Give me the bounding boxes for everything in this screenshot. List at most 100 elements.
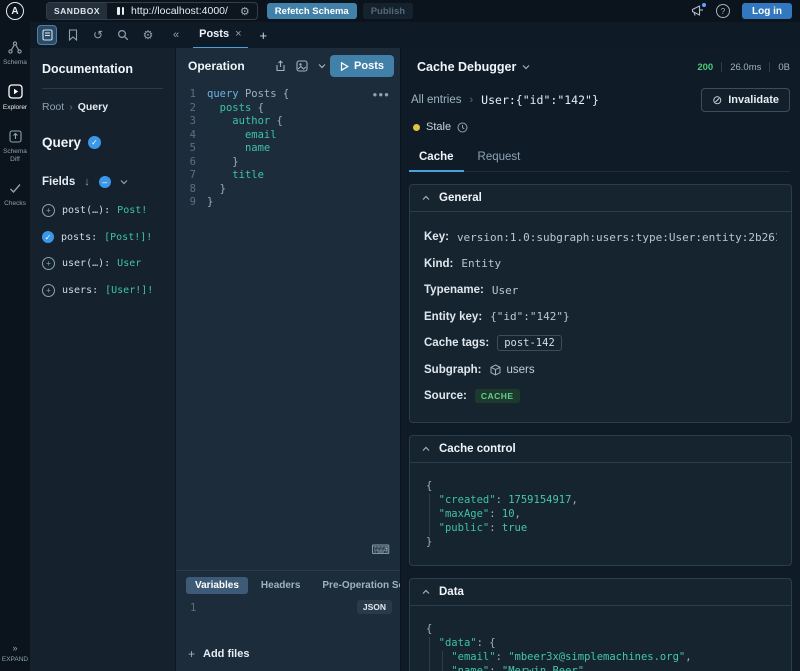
all-entries-link[interactable]: All entries [411,94,462,106]
rail-item-label: Schema Diff [0,148,30,163]
type-heading: Query ✓ [42,135,175,150]
field-add-icon[interactable]: + [42,284,55,297]
subgraph-link[interactable]: users [490,364,535,376]
cache-tab-request[interactable]: Request [468,147,531,172]
line-number: 4 [176,129,196,143]
response-view-selector[interactable]: Cache Debugger [417,60,530,74]
expand-rail-button[interactable]: » EXPAND [2,643,28,663]
chevron-down-icon[interactable] [120,179,128,185]
line-number: 3 [176,115,196,129]
tab-posts[interactable]: Posts × [193,21,247,49]
cache-tag-chip[interactable]: post-142 [497,335,562,351]
general-row: Kind: Entity [424,251,777,278]
pause-polling-icon[interactable] [117,7,124,15]
general-row-value: Entity [461,257,501,270]
field-add-icon[interactable]: + [42,204,55,217]
query-editor[interactable]: 1query Posts {2 posts {3 author {4 email… [176,84,400,570]
field-type[interactable]: Post! [117,205,147,216]
close-tab-icon[interactable]: × [235,28,241,40]
invalidate-button[interactable]: ⊘ Invalidate [701,88,790,112]
bottom-tab-variables[interactable]: Variables [186,577,248,594]
breadcrumb-root[interactable]: Root [42,101,64,113]
json-line: "name": "Merwin Beer" [426,664,775,671]
announcements-icon[interactable] [691,5,704,17]
apollo-sandbox-app: A SANDBOX http://localhost:4000/ ⚙ Refet… [0,0,800,671]
general-row-label: Source: [424,390,467,402]
code-line: 3 author { [176,115,400,129]
sort-arrow-icon[interactable]: ↓ [84,176,90,188]
documentation-title: Documentation [42,62,175,76]
endpoint-url-input[interactable]: http://localhost:4000/ [131,5,228,17]
code-line: 6 } [176,156,400,170]
cache-tabs: CacheRequest [409,147,790,172]
rail-item-label: Explorer [3,104,27,112]
editor-menu-icon[interactable]: ●●● [373,90,391,99]
bookmark-icon[interactable] [64,26,82,44]
rail-item-checks[interactable]: Checks [0,179,30,208]
publish-button[interactable]: Publish [363,3,413,19]
code-line: 1query Posts { [176,88,400,102]
field-row[interactable]: ✓posts:[Post!]! [42,231,175,243]
field-type[interactable]: User [117,258,141,269]
field-row[interactable]: +users:[User!]! [42,284,175,297]
cache-control-card: Cache control { "created": 1759154917, "… [409,435,792,566]
general-row-value: User [492,284,519,297]
field-type[interactable]: [Post!]! [104,232,152,243]
code-line: 4 email [176,129,400,143]
operations-icon[interactable] [37,25,57,45]
field-row[interactable]: +user(…):User [42,257,175,270]
new-tab-button[interactable]: + [260,28,268,43]
general-rows: Key:version:1.0:subgraph:users:type:User… [410,212,791,422]
settings-gear-icon[interactable]: ⚙ [139,26,157,44]
general-row-label: Entity key: [424,311,482,323]
rail-item-explorer[interactable]: Explorer [0,83,30,112]
history-icon[interactable]: ↺ [89,26,107,44]
login-button[interactable]: Log in [742,3,792,19]
cache-breadcrumb: All entries › User:{"id":"142"} ⊘ Invali… [411,88,790,112]
deselect-all-icon[interactable]: – [99,176,111,188]
field-type[interactable]: [User!]! [105,285,153,296]
rail-item-schema[interactable]: Schema [0,38,30,67]
general-card: General Key:version:1.0:subgraph:users:t… [409,184,792,423]
connection-settings-gear-icon[interactable]: ⚙ [240,5,250,18]
rail-item-schema-diff[interactable]: Schema Diff [0,127,30,163]
general-card-header[interactable]: General [410,185,791,212]
json-line: "public": true [426,521,775,535]
keyboard-shortcuts-icon[interactable]: ⌨ [371,542,390,558]
add-files-button[interactable]: + Add files [176,647,400,671]
variables-editor[interactable]: 1 JSON [176,598,400,647]
general-row-label: Typename: [424,284,484,296]
help-icon[interactable]: ? [716,4,730,18]
staleness-indicator: Stale [413,121,790,133]
breadcrumb-current: Query [78,101,108,113]
collapse-panel-icon[interactable]: « [173,29,179,41]
search-icon[interactable] [114,26,132,44]
line-number: 8 [176,183,196,197]
bottom-tab-pre-operation-script[interactable]: Pre-Operation Script [313,577,400,594]
refetch-schema-button[interactable]: Refetch Schema [267,3,357,19]
apollo-logo[interactable]: A [6,2,24,20]
cache-entry-key: User:{"id":"142"} [481,93,599,107]
data-card-header[interactable]: Data [410,579,791,606]
general-row-label: Kind: [424,258,453,270]
save-operation-icon[interactable] [296,60,308,72]
field-row[interactable]: +post(…):Post! [42,204,175,217]
bottom-tab-headers[interactable]: Headers [252,577,309,594]
cache-tab-cache[interactable]: Cache [409,147,464,172]
operation-bottom-panel: VariablesHeadersPre-Operation ScriptPost… [176,570,400,671]
run-operation-button[interactable]: Posts [330,55,394,77]
schema-diff-icon [9,127,22,145]
cache-control-card-header[interactable]: Cache control [410,436,791,463]
clock-icon [457,122,468,133]
json-line: "maxAge": 10, [426,507,775,521]
status-code: 200 [697,62,713,73]
json-line: { [426,622,775,636]
topbar-right: ? Log in [691,3,792,19]
chevron-down-icon[interactable] [318,63,326,69]
share-icon[interactable] [275,60,286,72]
stale-dot [413,124,420,131]
type-selected-check-icon: ✓ [88,136,101,149]
json-mode-badge[interactable]: JSON [357,600,392,614]
field-add-icon[interactable]: + [42,257,55,270]
field-selected-check-icon[interactable]: ✓ [42,231,54,243]
